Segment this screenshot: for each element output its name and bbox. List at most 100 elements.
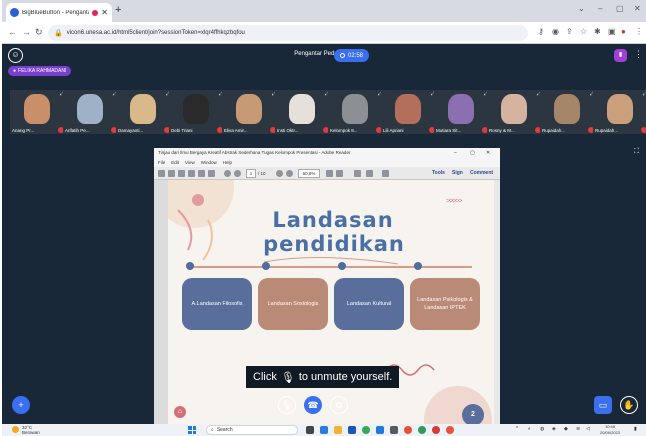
camera-permission-icon[interactable]: ◉ <box>552 27 559 36</box>
zoom-out-icon[interactable] <box>276 170 283 177</box>
extensions-icon[interactable]: ✱ <box>594 27 601 36</box>
back-arrow-icon[interactable]: ← <box>8 27 17 37</box>
acrobat-minimize-icon[interactable]: – <box>454 148 457 158</box>
page-up-icon[interactable] <box>224 170 231 177</box>
weather-icon[interactable] <box>12 426 19 433</box>
app-icon[interactable] <box>404 426 412 434</box>
word-icon[interactable] <box>376 426 384 434</box>
save-icon[interactable] <box>188 170 195 177</box>
webcam-video <box>130 94 156 124</box>
comment-bubble-icon[interactable] <box>354 170 361 177</box>
new-tab-button[interactable]: + <box>115 4 121 16</box>
sign-button[interactable]: Sign <box>452 170 463 176</box>
print-icon[interactable] <box>198 170 205 177</box>
minimize-button[interactable]: – <box>598 4 602 13</box>
app-icon[interactable] <box>446 426 454 434</box>
webcam-tile[interactable]: Rosny & M... ⤢ <box>487 90 543 134</box>
menu-window[interactable]: Window <box>201 158 217 167</box>
camera-app-icon[interactable] <box>390 426 398 434</box>
webcam-tile[interactable]: Arifatih Pe... ⤢ <box>63 90 119 134</box>
actions-plus-button[interactable]: + <box>12 396 30 414</box>
sign-pen-icon[interactable] <box>382 170 389 177</box>
menu-edit[interactable]: Edit <box>171 158 179 167</box>
webcam-tile[interactable]: Lili Apriani ⤢ <box>381 90 437 134</box>
browser-menu-icon[interactable]: ⋮ <box>635 27 643 36</box>
reload-icon[interactable]: ↻ <box>35 27 43 38</box>
taskbar-search[interactable]: ⌕ Search <box>206 425 298 435</box>
webcam-video <box>77 94 103 124</box>
timeline-dot <box>186 262 194 270</box>
store-icon[interactable] <box>348 426 356 434</box>
acrobat-reader-icon[interactable] <box>432 426 440 434</box>
wifi-icon[interactable]: ≋ <box>576 426 580 432</box>
webcam-tile[interactable]: Anang Pr... ⤢ <box>10 90 66 134</box>
zoom-field[interactable]: 60,8% <box>298 169 320 178</box>
forward-arrow-icon[interactable]: → <box>22 27 31 37</box>
close-window-button[interactable]: ✕ <box>634 4 641 13</box>
weather-widget[interactable]: 32°C Berawan <box>22 425 40 435</box>
notification-icon[interactable]: ▮ <box>634 426 637 432</box>
tray-chevron-icon[interactable]: ^ <box>516 426 518 432</box>
fit-page-icon[interactable] <box>326 170 333 177</box>
webcam-strip: Anang Pr... ⤢ Arifatih Pe... ⤢ Damayanti... ⤢… <box>10 90 646 136</box>
share-icon[interactable]: ⇪ <box>566 27 573 36</box>
acrobat-maximize-icon[interactable]: ▢ <box>470 148 475 158</box>
tray-app-icon[interactable]: ◆ <box>564 426 568 432</box>
unmute-button[interactable]: 🎙 <box>278 396 296 414</box>
tray-app-icon[interactable]: ◈ <box>552 426 556 432</box>
taskbar-clock[interactable]: 10:49 20/09/2023 <box>600 424 620 435</box>
screen-share-button[interactable]: ▭ <box>594 396 612 414</box>
bookmark-star-icon[interactable]: ☆ <box>580 27 587 36</box>
connection-status-icon[interactable]: ▮ <box>614 49 627 62</box>
create-icon[interactable] <box>168 170 175 177</box>
tray-app-icon[interactable]: ◐ <box>528 426 531 432</box>
profile-icon[interactable]: ● <box>621 27 626 36</box>
webcam-tile[interactable]: Kelompok 8... ⤢ <box>328 90 384 134</box>
raise-hand-button[interactable]: ✋ <box>620 396 638 414</box>
webcam-tile[interactable]: Debi Triani ⤢ <box>169 90 225 134</box>
recording-timer[interactable]: 02:58 <box>334 49 370 62</box>
bigbluebutton-favicon-icon <box>10 8 19 17</box>
windows-start-icon[interactable] <box>188 426 196 434</box>
leave-audio-button[interactable]: ☎ <box>304 396 322 414</box>
tools-button[interactable]: Tools <box>432 170 445 176</box>
page-down-icon[interactable] <box>234 170 241 177</box>
menu-help[interactable]: Help <box>223 158 232 167</box>
options-menu-icon[interactable]: ⋮ <box>634 49 643 60</box>
app-icon[interactable] <box>418 426 426 434</box>
highlight-icon[interactable] <box>366 170 373 177</box>
webcam-tile[interactable]: Mutiara Sit... ⤢ <box>434 90 490 134</box>
edit-icon[interactable] <box>178 170 185 177</box>
maximize-button[interactable]: ▢ <box>616 4 624 13</box>
task-view-icon[interactable] <box>306 426 314 434</box>
edge-icon[interactable] <box>320 426 328 434</box>
webcam-tile[interactable]: Eliva Amir... ⤢ <box>222 90 278 134</box>
tray-app-icon[interactable]: ◍ <box>540 426 544 432</box>
fullscreen-icon[interactable]: ⛶ <box>634 148 639 156</box>
address-bar[interactable]: 🔒 vicon6.unesa.ac.id/html5client/join?se… <box>48 25 528 41</box>
volume-icon[interactable]: ◁ <box>586 426 590 432</box>
webcam-tile[interactable]: Damayanti... ⤢ <box>116 90 172 134</box>
webcam-tile[interactable]: Insti Oktr... ⤢ <box>275 90 331 134</box>
acrobat-close-icon[interactable]: ✕ <box>486 148 490 158</box>
tab-search-icon[interactable]: ⌄ <box>578 4 585 13</box>
chrome-icon[interactable] <box>362 426 370 434</box>
side-panel-icon[interactable]: ▣ <box>608 27 616 36</box>
menu-view[interactable]: View <box>185 158 195 167</box>
email-icon[interactable] <box>208 170 215 177</box>
fit-width-icon[interactable] <box>336 170 343 177</box>
share-webcam-button[interactable]: ⧉ <box>330 396 348 414</box>
page-number-field[interactable]: 1 <box>246 169 256 178</box>
zoom-in-icon[interactable] <box>286 170 293 177</box>
key-icon[interactable]: ⚷ <box>538 27 544 36</box>
file-explorer-icon[interactable] <box>334 426 342 434</box>
menu-file[interactable]: File <box>158 158 165 167</box>
open-icon[interactable] <box>158 170 165 177</box>
participant-name: Kelompok 8... <box>330 128 358 133</box>
webcam-tile[interactable]: Rupaidah... ⤢ <box>593 90 646 134</box>
browser-tab[interactable]: BigBlueButton - Pengantar P ✕ <box>6 3 112 22</box>
comment-button[interactable]: Comment <box>470 170 493 176</box>
user-list-toggle-icon[interactable]: ☺ <box>8 48 23 63</box>
webcam-tile[interactable]: Rupaidah... ⤢ <box>540 90 596 134</box>
tab-close-icon[interactable]: ✕ <box>101 8 108 17</box>
